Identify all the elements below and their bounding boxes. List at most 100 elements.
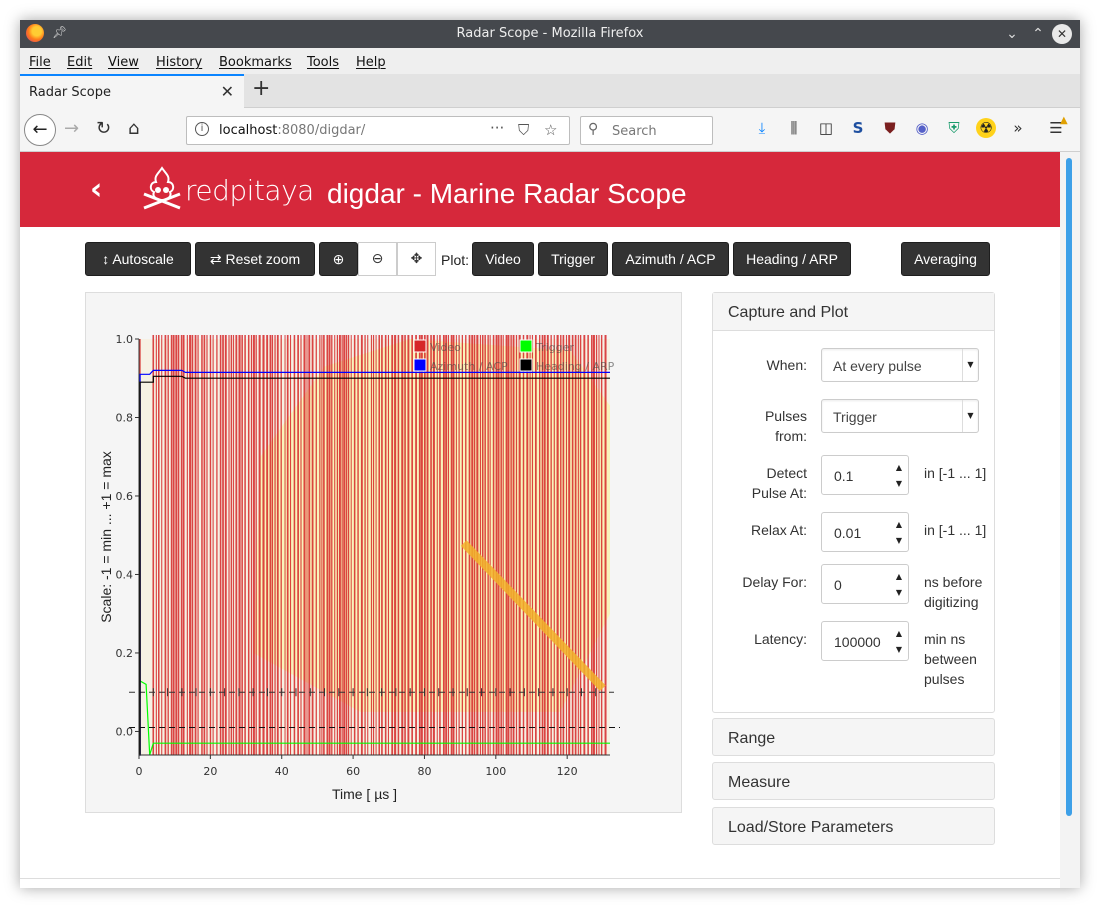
stepper-up-icon[interactable]: ▲ bbox=[896, 629, 902, 638]
measure-section[interactable]: Measure bbox=[712, 762, 995, 800]
pocket-icon[interactable]: ⛉ bbox=[518, 121, 529, 139]
tab-strip: Radar Scope ✕ + bbox=[20, 74, 1080, 108]
load-store-section[interactable]: Load/Store Parameters bbox=[712, 807, 995, 845]
shield-extension-icon[interactable]: ⛨ bbox=[944, 118, 964, 138]
x-axis-label: Time [ µs ] bbox=[332, 786, 397, 802]
overflow-chevron-icon[interactable]: » bbox=[1008, 118, 1028, 138]
menu-file[interactable]: File bbox=[29, 55, 51, 70]
search-input[interactable]: ⚲ Search bbox=[580, 116, 713, 145]
forward-arrow-icon[interactable]: → bbox=[64, 118, 79, 139]
x-tick-label: 60 bbox=[346, 765, 360, 778]
delay-label: Delay For: bbox=[742, 574, 807, 590]
vertical-scrollbar[interactable] bbox=[1060, 152, 1080, 888]
stepper-down-icon[interactable]: ▼ bbox=[896, 536, 902, 545]
menu-edit[interactable]: Edit bbox=[67, 55, 92, 70]
autoscale-button[interactable]: ↕ Autoscale bbox=[85, 242, 191, 276]
s-extension-icon[interactable]: S bbox=[848, 118, 868, 138]
brand-logo-text: redpitaya bbox=[185, 174, 314, 207]
dropdown-caret-icon: ▼ bbox=[962, 400, 978, 432]
y-tick-label: 0.8 bbox=[116, 411, 134, 424]
url-bar[interactable]: i localhost:8080/digdar/ ··· ⛉ ☆ bbox=[186, 116, 570, 145]
tab-radar-scope[interactable]: Radar Scope ✕ bbox=[20, 74, 244, 108]
detect-pulse-input[interactable]: 0.1 ▲ ▼ bbox=[821, 455, 909, 495]
close-window-icon[interactable]: ✕ bbox=[1052, 24, 1072, 44]
reset-zoom-button[interactable]: ⇄ Reset zoom bbox=[195, 242, 315, 276]
tab-close-icon[interactable]: ✕ bbox=[221, 82, 234, 101]
latency-unit: min ns between pulses bbox=[924, 631, 977, 687]
retweet-icon: ⇄ bbox=[209, 251, 222, 267]
when-select[interactable]: At every pulse ▼ bbox=[821, 348, 979, 382]
dropdown-caret-icon: ▼ bbox=[962, 349, 978, 381]
stepper-down-icon[interactable]: ▼ bbox=[896, 588, 902, 597]
url-text[interactable]: localhost:8080/digdar/ bbox=[219, 123, 365, 138]
delay-input[interactable]: 0 ▲ ▼ bbox=[821, 564, 909, 604]
radar-chart[interactable]: 0 20 40 60 80 100 120 0.0 0.2 0.4 0.6 0.8 1.0 Time [ … bbox=[86, 293, 683, 814]
x-tick-label: 0 bbox=[136, 765, 143, 778]
latency-label: Latency: bbox=[754, 631, 807, 647]
x-tick-label: 120 bbox=[557, 765, 578, 778]
sidebar-icon[interactable]: ◫ bbox=[816, 118, 836, 138]
legend-swatch bbox=[413, 339, 427, 353]
browser-window: 📌︎ Radar Scope - Mozilla Firefox ⌄ ⌃ ✕ F… bbox=[20, 20, 1080, 888]
menu-history[interactable]: History bbox=[156, 55, 202, 70]
stepper-down-icon[interactable]: ▼ bbox=[896, 479, 902, 488]
stepper-up-icon[interactable]: ▲ bbox=[896, 520, 902, 529]
new-tab-plus-icon[interactable]: + bbox=[252, 76, 270, 101]
back-chevron-icon[interactable]: ‹ bbox=[90, 172, 102, 207]
zoom-in-icon: ⊕ bbox=[332, 251, 345, 267]
downloads-icon[interactable]: ⤓ bbox=[752, 118, 772, 138]
menu-tools[interactable]: Tools bbox=[307, 55, 339, 70]
legend-swatch bbox=[519, 339, 533, 353]
window-title: Radar Scope - Mozilla Firefox bbox=[456, 26, 644, 41]
title-bar: 📌︎ Radar Scope - Mozilla Firefox ⌄ ⌃ ✕ bbox=[20, 20, 1080, 48]
averaging-button[interactable]: Averaging bbox=[901, 242, 990, 276]
y-tick-label: 0.6 bbox=[116, 490, 134, 503]
pan-button[interactable]: ✥ bbox=[397, 242, 436, 276]
zoom-out-button[interactable]: ⊖ bbox=[358, 242, 397, 276]
home-icon[interactable]: ⌂ bbox=[128, 118, 139, 139]
warning-icon: ▲ bbox=[1060, 115, 1068, 126]
page-actions-icon[interactable]: ··· bbox=[490, 119, 504, 137]
menu-bookmarks[interactable]: Bookmarks bbox=[219, 55, 292, 70]
ublock-icon[interactable]: ⛊ bbox=[880, 118, 900, 138]
site-info-icon[interactable]: i bbox=[195, 122, 209, 136]
back-arrow-icon[interactable]: ← bbox=[24, 114, 56, 146]
stepper-up-icon[interactable]: ▲ bbox=[896, 463, 902, 472]
radiation-extension-icon[interactable]: ☢ bbox=[976, 118, 996, 138]
relax-unit: in [-1 ... 1] bbox=[924, 522, 987, 538]
legend-label: Video bbox=[430, 341, 461, 354]
menu-bar: File Edit View History Bookmarks Tools H… bbox=[20, 48, 1080, 74]
page-title: digdar - Marine Radar Scope bbox=[327, 178, 687, 209]
zoom-in-button[interactable]: ⊕ bbox=[319, 242, 358, 276]
stepper-down-icon[interactable]: ▼ bbox=[896, 645, 902, 654]
plot-azimuth-button[interactable]: Azimuth / ACP bbox=[612, 242, 729, 276]
range-section[interactable]: Range bbox=[712, 718, 995, 756]
plot-heading-button[interactable]: Heading / ARP bbox=[733, 242, 851, 276]
globe-extension-icon[interactable]: ◉ bbox=[912, 118, 932, 138]
y-tick-label: 1.0 bbox=[116, 333, 134, 346]
relax-input[interactable]: 0.01 ▲ ▼ bbox=[821, 512, 909, 552]
legend-label: Trigger bbox=[535, 341, 574, 354]
legend-swatch bbox=[519, 358, 533, 372]
reload-icon[interactable]: ↻ bbox=[96, 118, 111, 139]
menu-view[interactable]: View bbox=[108, 55, 139, 70]
when-label: When: bbox=[766, 357, 807, 373]
stepper-up-icon[interactable]: ▲ bbox=[896, 572, 902, 581]
bookmark-star-icon[interactable]: ☆ bbox=[544, 121, 557, 139]
library-icon[interactable]: ⫼ bbox=[784, 118, 804, 138]
delay-unit: ns before digitizing bbox=[924, 574, 983, 610]
plot-label: Plot: bbox=[441, 252, 470, 268]
pulses-from-select[interactable]: Trigger ▼ bbox=[821, 399, 979, 433]
legend-label: Azimuth / ACP bbox=[430, 360, 508, 373]
x-tick-label: 100 bbox=[485, 765, 506, 778]
plot-video-button[interactable]: Video bbox=[472, 242, 534, 276]
capture-plot-header[interactable]: Capture and Plot bbox=[713, 293, 994, 331]
menu-help[interactable]: Help bbox=[356, 55, 386, 70]
plot-trigger-button[interactable]: Trigger bbox=[538, 242, 608, 276]
legend-label: Heading / ARP bbox=[536, 360, 615, 373]
scrollbar-thumb[interactable] bbox=[1066, 158, 1072, 816]
latency-input[interactable]: 100000 ▲ ▼ bbox=[821, 621, 909, 661]
y-tick-label: 0.2 bbox=[116, 647, 134, 660]
maximize-chevron-icon[interactable]: ⌃ bbox=[1028, 24, 1048, 44]
minimize-chevron-icon[interactable]: ⌄ bbox=[1002, 24, 1022, 44]
